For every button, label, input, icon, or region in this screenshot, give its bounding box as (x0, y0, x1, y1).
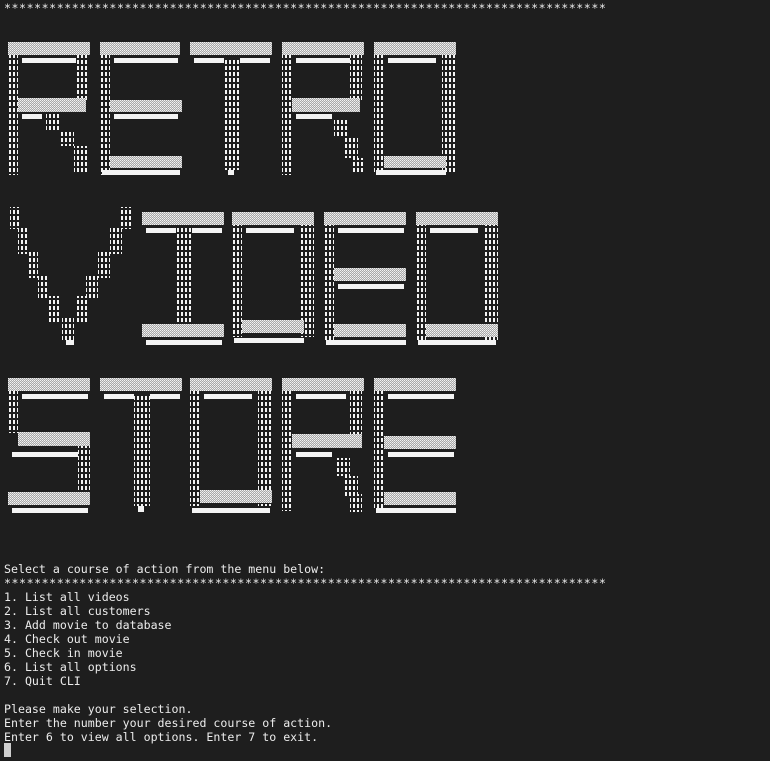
letter-r-3 (282, 378, 364, 512)
menu-item-list-videos: 1. List all videos (4, 590, 130, 604)
banner-word-video (10, 207, 498, 345)
letter-s (8, 378, 90, 513)
banner-word-retro (8, 42, 456, 175)
menu-prompt: Select a course of action from the menu … (4, 562, 326, 576)
banner-word-store (8, 378, 456, 513)
letter-o (374, 42, 456, 175)
letter-t-2 (100, 378, 182, 512)
terminal-cursor[interactable] (4, 743, 11, 757)
letter-e-3 (374, 378, 456, 513)
instruction-view-options: Enter 6 to view all options. Enter 7 to … (4, 730, 319, 744)
menu-item-list-customers: 2. List all customers (4, 604, 151, 618)
letter-i (142, 212, 224, 345)
menu-item-quit: 7. Quit CLI (4, 674, 81, 688)
menu-item-check-out: 4. Check out movie (4, 632, 130, 646)
letter-v (10, 207, 132, 345)
letter-e (100, 42, 182, 175)
menu-item-add-movie: 3. Add movie to database (4, 618, 172, 632)
instruction-enter-number: Enter the number your desired course of … (4, 716, 333, 730)
letter-d (232, 212, 314, 343)
instruction-make-selection: Please make your selection. (4, 702, 193, 716)
letter-o-3 (190, 378, 272, 513)
letter-r-2 (282, 42, 364, 175)
letter-o-2 (416, 212, 498, 345)
menu-item-list-options: 6. List all options (4, 660, 137, 674)
letter-e-2 (324, 212, 406, 345)
letter-r (8, 42, 90, 175)
letter-t (190, 42, 272, 175)
ascii-banner (8, 42, 498, 513)
separator-menu: ****************************************… (4, 576, 607, 590)
menu-item-check-in: 5. Check in movie (4, 646, 123, 660)
